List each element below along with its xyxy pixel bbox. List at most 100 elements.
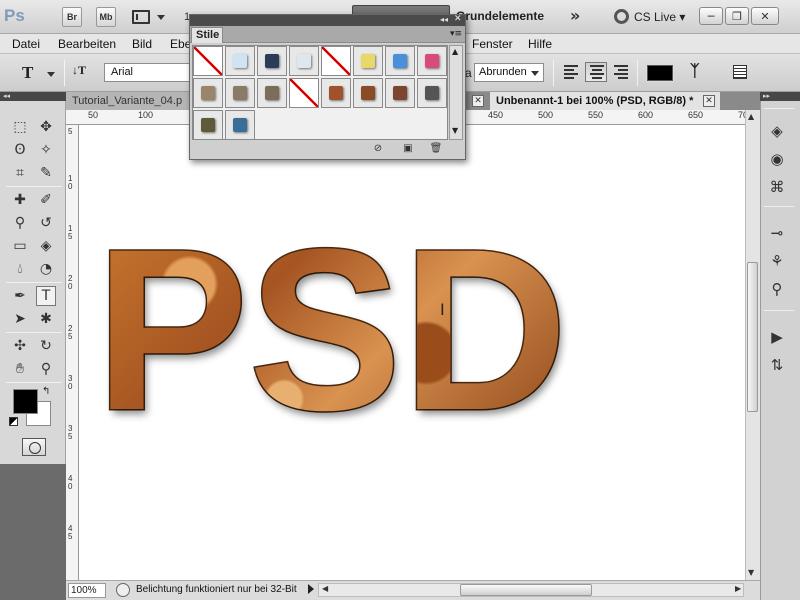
horizontal-scroll-thumb[interactable] [460,584,592,596]
style-swatch[interactable] [257,78,287,108]
align-left-button[interactable] [560,62,582,82]
style-swatch[interactable] [225,78,255,108]
style-swatch[interactable] [257,46,287,76]
crop-tool-icon[interactable]: ⌗ [10,163,30,183]
chevron-down-icon[interactable] [157,15,165,20]
layers-icon[interactable]: ◈ [766,120,788,142]
scroll-down-icon[interactable]: ▼ [748,568,754,577]
channels-icon[interactable]: ◉ [766,148,788,170]
quick-mask-button[interactable] [22,438,46,456]
style-swatch[interactable] [321,78,351,108]
custom-shape-tool-icon[interactable]: ✱ [36,309,56,329]
delete-style-icon[interactable]: 🗑︎ [430,142,443,154]
style-swatch[interactable] [193,110,223,140]
styles-panel-titlebar[interactable] [190,15,465,26]
workspace-label[interactable]: Grundelemente [456,9,544,23]
zoom-tool-icon[interactable]: ⚲ [36,359,56,379]
character-panel-icon[interactable] [733,65,747,79]
type-tool-preset-icon[interactable]: T [22,63,33,83]
rectangular-marquee-tool-icon[interactable]: ⬚ [10,117,30,137]
tab-stile[interactable]: Stile [191,27,223,43]
paths-icon[interactable]: ⌘ [766,176,788,198]
3d-rotate-tool-icon[interactable]: ✣ [10,336,30,356]
panel-menu-icon[interactable]: ▾≡ [450,29,462,39]
style-swatch[interactable] [225,46,255,76]
warp-text-icon[interactable]: ᛉ [690,61,700,80]
workspace-more-icon[interactable]: » [570,6,580,25]
scroll-up-icon[interactable]: ▲ [452,47,458,56]
scroll-right-icon[interactable]: ▶ [735,584,741,593]
close-tab-icon[interactable]: ✕ [703,95,715,107]
antialias-select[interactable]: Abrunden [474,63,544,82]
styles-panel-scrollbar[interactable]: ▲ ▼ [449,45,463,140]
default-colors-icon[interactable] [9,417,18,426]
scroll-up-icon[interactable]: ▲ [748,112,754,121]
blur-tool-icon[interactable]: 💧︎ [10,259,30,279]
status-info-icon[interactable] [116,583,130,597]
actions-icon[interactable]: ▶ [766,326,788,348]
type-tool-icon[interactable]: T [36,286,56,306]
text-color-swatch[interactable] [646,64,674,82]
style-swatch[interactable] [353,46,383,76]
healing-brush-tool-icon[interactable]: ✚ [10,190,30,210]
adjustments-icon[interactable]: ⊸ [766,222,788,244]
bridge-button[interactable]: Br [62,7,82,27]
pen-tool-icon[interactable]: ✒ [10,286,30,306]
style-swatch[interactable] [289,46,319,76]
close-tab-icon[interactable]: ✕ [472,95,484,107]
text-orientation-icon[interactable]: ↓T [72,63,86,78]
new-style-icon[interactable]: ▣ [402,142,414,154]
style-swatch[interactable] [353,78,383,108]
close-window-button[interactable]: ✕ [751,7,779,25]
style-swatch[interactable] [225,110,255,140]
align-center-button[interactable] [585,62,607,82]
film-strip-icon[interactable] [132,10,150,24]
style-swatch[interactable] [193,78,223,108]
masks-icon[interactable]: ⚘ [766,250,788,272]
tools-collapse-icon[interactable]: ◂◂ [0,92,66,101]
lasso-tool-icon[interactable]: ʘ [10,140,30,160]
menu-bearbeiten[interactable]: Bearbeiten [58,37,116,51]
tab-unbenannt-1[interactable]: Unbenannt-1 bei 100% (PSD, RGB/8) * [490,92,720,110]
restore-button[interactable]: ❐ [725,7,749,25]
eyedropper-tool-icon[interactable]: ✎ [36,163,56,183]
clone-stamp-tool-icon[interactable]: ⚲ [10,213,30,233]
status-menu-arrow-icon[interactable] [308,584,314,594]
eraser-tool-icon[interactable]: ▭ [10,236,30,256]
clear-style-icon[interactable]: ⊘ [372,142,384,154]
scroll-down-icon[interactable]: ▼ [452,126,458,135]
magic-wand-tool-icon[interactable]: ✧ [36,140,56,160]
move-tool-icon[interactable]: ✥ [36,117,56,137]
swap-colors-icon[interactable]: ↰ [42,386,50,397]
align-right-button[interactable] [610,62,632,82]
clone-source-icon[interactable]: ⚲ [766,278,788,300]
path-selection-tool-icon[interactable]: ➤ [10,309,30,329]
style-swatch[interactable] [289,78,319,108]
history-icon[interactable]: ⇅ [766,354,788,376]
scroll-left-icon[interactable]: ◀ [322,584,328,593]
font-family-field[interactable]: Arial [104,63,198,82]
tool-preset-dropdown-icon[interactable] [47,72,55,77]
tab-tutorial-variante[interactable]: Tutorial_Variante_04.p [66,92,190,110]
panel-close-icon[interactable]: ✕ [454,14,462,24]
hand-tool-icon[interactable]: ✋︎ [10,359,30,379]
brush-tool-icon[interactable]: ✐ [36,190,56,210]
dodge-tool-icon[interactable]: ◔ [36,259,56,279]
dock-collapse-icon[interactable]: ▸▸ [760,92,800,101]
cslive-icon[interactable] [614,9,629,24]
style-swatch[interactable] [193,46,223,76]
minibridge-button[interactable]: Mb [96,7,116,27]
style-swatch[interactable] [385,46,415,76]
vertical-scroll-thumb[interactable] [747,262,758,412]
panel-collapse-icon[interactable]: ◂◂ [440,15,448,24]
style-swatch[interactable] [321,46,351,76]
foreground-color-swatch[interactable] [13,389,38,414]
canvas-rusty-text[interactable]: PSD [95,215,568,445]
cslive-button[interactable]: CS Live ▾ [634,10,685,24]
document-canvas[interactable]: PSD PSD [79,125,745,580]
menu-datei[interactable]: Datei [12,37,40,51]
minimize-button[interactable]: ─ [699,7,723,25]
style-swatch[interactable] [385,78,415,108]
style-swatch[interactable] [417,78,447,108]
style-swatch[interactable] [417,46,447,76]
